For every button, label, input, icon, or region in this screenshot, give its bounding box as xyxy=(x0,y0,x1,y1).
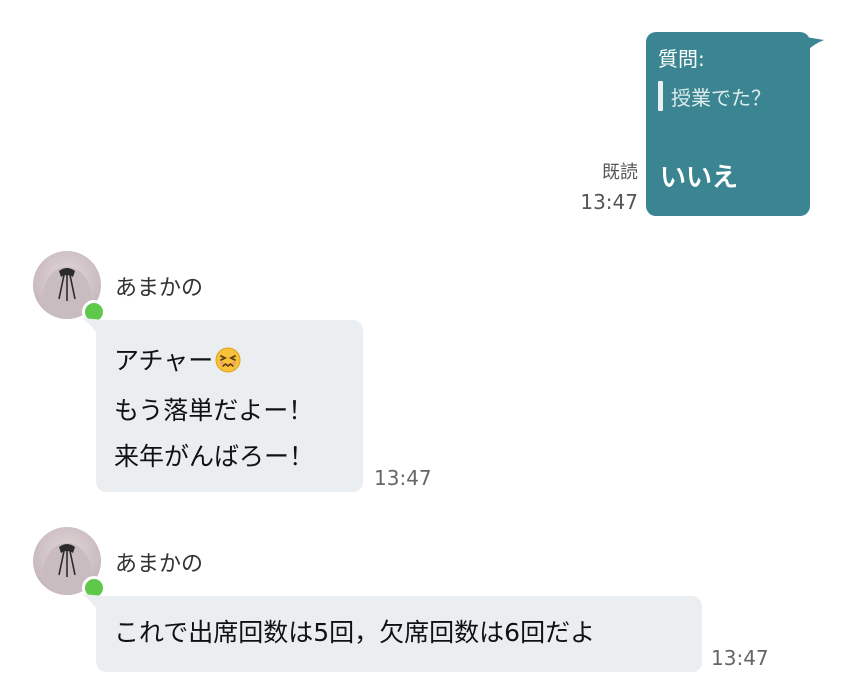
outgoing-message-text: いいえ xyxy=(660,163,739,193)
message-line: もう落単だよー！ xyxy=(114,396,314,425)
avatar[interactable] xyxy=(33,251,106,324)
message-line: アチャー xyxy=(114,338,363,388)
message-line: これで出席回数は5回，欠席回数は6回だよ xyxy=(114,618,596,647)
chat-area: 質問: 授業でた？ いいえ 既読 13:47 あまかの アチャー もう落単だよー… xyxy=(0,0,846,692)
sender-name: あまかの xyxy=(115,276,204,301)
incoming-message-bubble[interactable]: これで出席回数は5回，欠席回数は6回だよ xyxy=(96,596,702,672)
quote-header: 質問: xyxy=(658,47,705,71)
incoming-timestamp: 13:47 xyxy=(374,466,432,490)
quote-bar xyxy=(658,81,663,111)
quote-text: 授業でた？ xyxy=(671,85,771,110)
read-receipt: 既読 xyxy=(602,162,638,183)
avatar[interactable] xyxy=(33,527,106,600)
quoted-message[interactable]: 授業でた？ xyxy=(658,81,810,111)
message-line: 来年がんばろー！ xyxy=(114,442,315,471)
confounded-face-emoji-icon xyxy=(215,342,241,388)
outgoing-timestamp: 13:47 xyxy=(580,190,638,214)
incoming-message-bubble[interactable]: アチャー もう落単だよー！ 来年がんばろー！ xyxy=(96,320,363,492)
outgoing-message-bubble[interactable]: 質問: 授業でた？ いいえ xyxy=(646,32,810,216)
sender-name: あまかの xyxy=(115,552,204,577)
incoming-timestamp: 13:47 xyxy=(711,646,769,670)
